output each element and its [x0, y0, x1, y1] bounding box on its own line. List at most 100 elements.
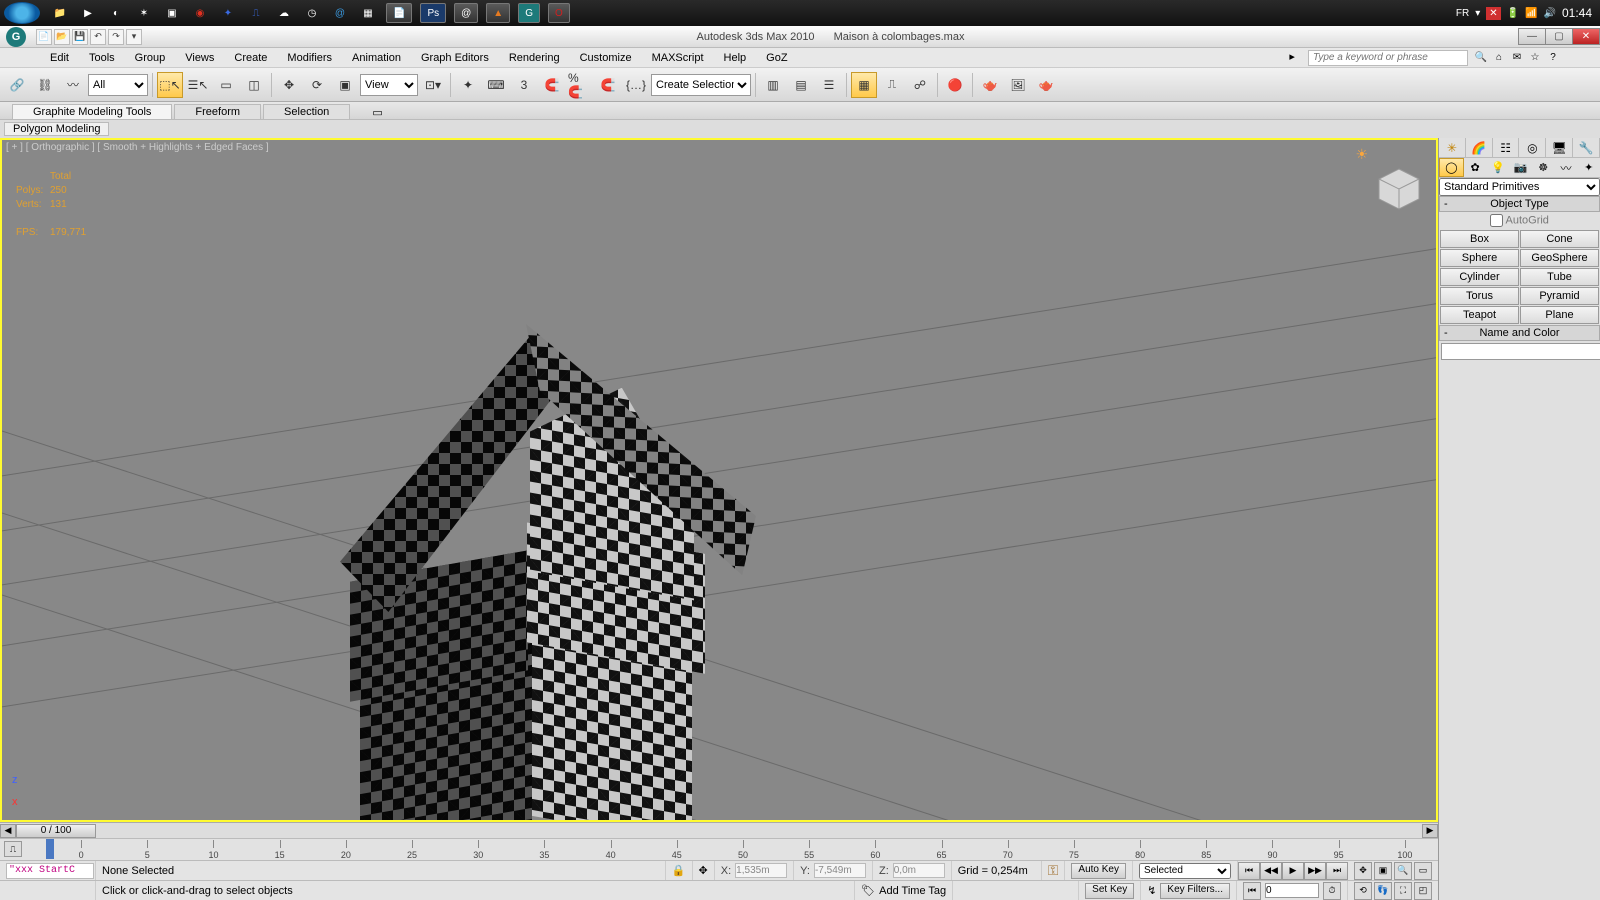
select-by-name-icon[interactable]: ☰↖ — [185, 72, 211, 98]
key-filter-select[interactable]: Selected — [1139, 863, 1231, 879]
taskbar-app-icon[interactable]: ◉ — [190, 3, 210, 23]
key-filters-button[interactable]: Key Filters... — [1160, 883, 1230, 899]
trackbar-mini-curve-icon[interactable]: ⎍ — [4, 841, 22, 857]
rollout-object-type[interactable]: -Object Type — [1439, 196, 1600, 212]
select-region-rect-icon[interactable]: ▭ — [213, 72, 239, 98]
scroll-right-icon[interactable]: ▶ — [1422, 824, 1438, 838]
panel-hierarchy-icon[interactable]: ☷ — [1493, 138, 1520, 157]
geometry-category-select[interactable]: Standard Primitives — [1439, 178, 1600, 196]
autogrid-checkbox[interactable] — [1490, 214, 1503, 227]
menu-views[interactable]: Views — [175, 50, 224, 66]
mirror-icon[interactable]: ▥ — [760, 72, 786, 98]
curve-editor-icon[interactable]: ⎍ — [879, 72, 905, 98]
render-setup-icon[interactable]: 🫖 — [977, 72, 1003, 98]
prim-teapot[interactable]: Teapot — [1440, 306, 1519, 324]
taskbar-3dsmax-icon[interactable]: G — [518, 3, 540, 23]
tray-battery-icon[interactable]: 🔋 — [1507, 8, 1519, 19]
time-tag-icon[interactable]: 🏷 — [861, 884, 875, 897]
link-icon[interactable]: 🔗 — [4, 72, 30, 98]
infocenter-search[interactable] — [1308, 50, 1468, 66]
maximize-button[interactable]: ▢ — [1545, 28, 1573, 45]
infocenter-binoculars-icon[interactable]: 🔍 — [1474, 51, 1488, 65]
menu-animation[interactable]: Animation — [342, 50, 411, 66]
prim-geosphere[interactable]: GeoSphere — [1520, 249, 1599, 267]
ribbon-tab-graphite[interactable]: Graphite Modeling Tools — [12, 104, 172, 119]
taskbar-notepad-icon[interactable]: 📄 — [386, 3, 412, 23]
close-button[interactable]: ✕ — [1572, 28, 1600, 45]
tray-volume-icon[interactable]: 🔊 — [1544, 8, 1556, 19]
bind-spacewarp-icon[interactable]: 〰 — [60, 72, 86, 98]
taskbar-explorer-icon[interactable]: 📁 — [50, 3, 70, 23]
taskbar-vlc-icon[interactable]: ▲ — [486, 3, 510, 23]
tray-network-icon[interactable]: 📶 — [1525, 8, 1537, 19]
prim-torus[interactable]: Torus — [1440, 287, 1519, 305]
prim-cylinder[interactable]: Cylinder — [1440, 268, 1519, 286]
scale-icon[interactable]: ▣ — [332, 72, 358, 98]
nav-zoom-icon[interactable]: 🔍 — [1394, 862, 1412, 880]
menu-modifiers[interactable]: Modifiers — [277, 50, 342, 66]
menu-create[interactable]: Create — [224, 50, 277, 66]
menu-group[interactable]: Group — [125, 50, 176, 66]
material-editor-icon[interactable]: 🔴 — [942, 72, 968, 98]
qat-redo-icon[interactable]: ↷ — [108, 29, 124, 45]
cat-cameras-icon[interactable]: 📷 — [1509, 158, 1532, 177]
menu-grapheditors[interactable]: Graph Editors — [411, 50, 499, 66]
rendered-frame-icon[interactable]: 🖼 — [1005, 72, 1031, 98]
current-frame-input[interactable] — [1265, 883, 1319, 898]
coord-y-input[interactable] — [814, 863, 866, 878]
viewport-label[interactable]: [ + ] [ Orthographic ] [ Smooth + Highli… — [6, 142, 269, 153]
infocenter-favorites-icon[interactable]: ☆ — [1528, 51, 1542, 65]
infocenter-commcenter-icon[interactable]: ✉ — [1510, 51, 1524, 65]
spinner-snap-icon[interactable]: 🧲 — [595, 72, 621, 98]
menu-rendering[interactable]: Rendering — [499, 50, 570, 66]
prim-cone[interactable]: Cone — [1520, 230, 1599, 248]
panel-motion-icon[interactable]: ◎ — [1519, 138, 1546, 157]
prev-frame-icon[interactable]: ◀◀ — [1260, 862, 1282, 880]
prim-plane[interactable]: Plane — [1520, 306, 1599, 324]
cat-systems-icon[interactable]: ✦ — [1577, 158, 1600, 177]
tray-shield-icon[interactable]: ✕ — [1486, 7, 1500, 20]
percent-snap-icon[interactable]: %🧲 — [567, 72, 593, 98]
scroll-left-icon[interactable]: ◀ — [0, 824, 16, 838]
panel-utilities-icon[interactable]: 🔧 — [1573, 138, 1600, 157]
goto-end-icon[interactable]: ⏭ — [1326, 862, 1348, 880]
key-filter-icon[interactable]: ↯ — [1147, 884, 1156, 897]
infocenter-help-icon[interactable]: ? — [1546, 51, 1560, 65]
prim-sphere[interactable]: Sphere — [1440, 249, 1519, 267]
layers-icon[interactable]: ☰ — [816, 72, 842, 98]
key-mode-prev-icon[interactable]: ⏮ — [1243, 882, 1261, 900]
keyboard-shortcut-icon[interactable]: ⌨ — [483, 72, 509, 98]
use-pivot-center-icon[interactable]: ⊡▾ — [420, 72, 446, 98]
nav-zoom-region-icon[interactable]: ◰ — [1414, 882, 1432, 900]
track-bar[interactable]: ⎍ 05 1015 2025 3035 4045 5055 6065 7075 … — [0, 838, 1438, 860]
select-object-icon[interactable]: ⬚↖ — [157, 72, 183, 98]
ribbon-toggle-icon[interactable]: ▦ — [851, 72, 877, 98]
named-selapps[interactable]: Create Selection Se — [651, 74, 751, 96]
edit-named-sel-icon[interactable]: {…} — [623, 72, 649, 98]
qat-new-icon[interactable]: 📄 — [36, 29, 52, 45]
auto-key-button[interactable]: Auto Key — [1071, 863, 1126, 879]
nav-maximize-viewport-icon[interactable]: ⛶ — [1394, 882, 1412, 900]
taskbar-photoshop-icon[interactable]: Ps — [420, 3, 446, 23]
rollout-name-color[interactable]: -Name and Color — [1439, 325, 1600, 341]
nav-zoom-extents-icon[interactable]: ▣ — [1374, 862, 1392, 880]
app-icon[interactable]: G — [6, 27, 26, 47]
key-icon[interactable]: ⚿ — [1048, 862, 1059, 879]
ref-coord-system[interactable]: View — [360, 74, 418, 96]
panel-display-icon[interactable]: 🖥 — [1546, 138, 1573, 157]
taskbar-clock[interactable]: 01:44 — [1562, 6, 1592, 20]
qat-open-icon[interactable]: 📂 — [54, 29, 70, 45]
angle-snap-icon[interactable]: 🧲 — [539, 72, 565, 98]
taskbar-app-icon[interactable]: ▦ — [358, 3, 378, 23]
time-config-icon[interactable]: ⏱ — [1323, 882, 1341, 900]
taskbar-lang[interactable]: FR — [1456, 8, 1469, 19]
taskbar-app-icon[interactable]: ◐ — [106, 3, 126, 23]
panel-create-icon[interactable]: ✳ — [1439, 138, 1466, 157]
panel-modify-icon[interactable]: 🌈 — [1466, 138, 1493, 157]
nav-fov-icon[interactable]: ▭ — [1414, 862, 1432, 880]
align-icon[interactable]: ▤ — [788, 72, 814, 98]
nav-orbit-icon[interactable]: ⟲ — [1354, 882, 1372, 900]
viewcube[interactable] — [1374, 164, 1424, 214]
menu-maxscript[interactable]: MAXScript — [642, 50, 714, 66]
taskbar-app-icon[interactable]: ✦ — [218, 3, 238, 23]
